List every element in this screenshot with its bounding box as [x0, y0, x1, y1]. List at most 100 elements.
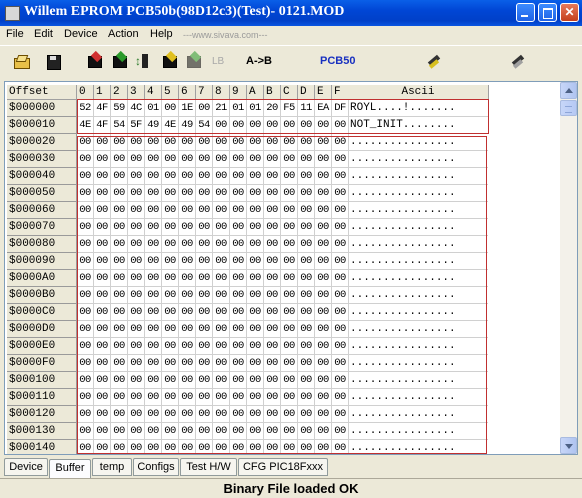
- hex-byte-cell[interactable]: 00: [179, 151, 196, 168]
- hex-byte-cell[interactable]: 00: [94, 202, 111, 219]
- hex-byte-cell[interactable]: 00: [247, 440, 264, 454]
- hex-byte-cell[interactable]: 00: [247, 270, 264, 287]
- hex-byte-cell[interactable]: 00: [281, 389, 298, 406]
- hex-byte-cell[interactable]: 00: [111, 389, 128, 406]
- hex-byte-cell[interactable]: F5: [281, 100, 298, 117]
- hex-byte-cell[interactable]: 00: [179, 185, 196, 202]
- hex-byte-cell[interactable]: 00: [77, 321, 94, 338]
- hex-byte-cell[interactable]: 00: [94, 304, 111, 321]
- ascii-cell[interactable]: ................: [348, 270, 488, 287]
- close-button[interactable]: ✕: [560, 3, 579, 22]
- hex-byte-cell[interactable]: 00: [332, 117, 349, 134]
- ascii-cell[interactable]: ................: [348, 134, 488, 151]
- scroll-thumb[interactable]: [560, 100, 577, 116]
- hex-byte-cell[interactable]: 00: [128, 440, 145, 454]
- hex-byte-cell[interactable]: 00: [179, 287, 196, 304]
- ascii-cell[interactable]: NOT_INIT........: [348, 117, 488, 134]
- hex-byte-cell[interactable]: 00: [264, 236, 281, 253]
- hex-byte-cell[interactable]: 00: [213, 338, 230, 355]
- hex-byte-cell[interactable]: 00: [264, 338, 281, 355]
- hex-byte-cell[interactable]: 00: [230, 355, 247, 372]
- hex-byte-cell[interactable]: 00: [332, 287, 349, 304]
- hex-byte-cell[interactable]: 00: [196, 202, 213, 219]
- hex-byte-cell[interactable]: 00: [179, 355, 196, 372]
- hex-byte-cell[interactable]: 49: [179, 117, 196, 134]
- hex-byte-cell[interactable]: 00: [281, 406, 298, 423]
- hex-byte-cell[interactable]: 00: [298, 270, 315, 287]
- hex-byte-cell[interactable]: 00: [332, 423, 349, 440]
- hex-byte-cell[interactable]: 00: [281, 287, 298, 304]
- chip-read-icon[interactable]: [135, 54, 155, 69]
- hex-byte-cell[interactable]: 00: [315, 355, 332, 372]
- ascii-cell[interactable]: ................: [348, 440, 488, 454]
- hex-byte-cell[interactable]: 00: [145, 151, 162, 168]
- hex-byte-cell[interactable]: 00: [315, 202, 332, 219]
- hex-byte-cell[interactable]: 00: [145, 253, 162, 270]
- hex-byte-cell[interactable]: 00: [94, 355, 111, 372]
- hex-byte-cell[interactable]: 00: [162, 440, 179, 454]
- hex-byte-cell[interactable]: 00: [94, 321, 111, 338]
- hex-byte-cell[interactable]: 00: [247, 338, 264, 355]
- hex-byte-cell[interactable]: 00: [94, 185, 111, 202]
- hex-byte-cell[interactable]: 00: [298, 185, 315, 202]
- hex-byte-cell[interactable]: 00: [94, 236, 111, 253]
- save-disk-icon[interactable]: [45, 54, 62, 70]
- ascii-cell[interactable]: ROYL....!.......: [348, 100, 488, 117]
- tab-temp[interactable]: temp: [92, 458, 132, 476]
- hex-byte-cell[interactable]: 00: [111, 219, 128, 236]
- hex-byte-cell[interactable]: 00: [111, 287, 128, 304]
- hex-byte-cell[interactable]: 00: [281, 270, 298, 287]
- hex-byte-cell[interactable]: 00: [264, 117, 281, 134]
- hex-byte-cell[interactable]: 00: [247, 151, 264, 168]
- hex-byte-cell[interactable]: DF: [332, 100, 349, 117]
- hex-byte-cell[interactable]: 00: [264, 304, 281, 321]
- hex-byte-cell[interactable]: 00: [77, 270, 94, 287]
- hex-byte-cell[interactable]: 00: [213, 406, 230, 423]
- hex-byte-cell[interactable]: 00: [264, 423, 281, 440]
- hex-byte-cell[interactable]: 00: [230, 389, 247, 406]
- tab-configs[interactable]: Configs: [133, 458, 179, 476]
- hex-byte-cell[interactable]: 00: [145, 389, 162, 406]
- hex-byte-cell[interactable]: 00: [213, 372, 230, 389]
- hex-byte-cell[interactable]: 00: [77, 372, 94, 389]
- hex-byte-cell[interactable]: 4E: [162, 117, 179, 134]
- hex-byte-cell[interactable]: 00: [281, 423, 298, 440]
- hex-byte-cell[interactable]: 00: [196, 100, 213, 117]
- hex-byte-cell[interactable]: 00: [179, 389, 196, 406]
- hex-byte-cell[interactable]: 00: [196, 287, 213, 304]
- hex-byte-cell[interactable]: 00: [213, 389, 230, 406]
- hex-byte-cell[interactable]: 00: [281, 372, 298, 389]
- hex-byte-cell[interactable]: 00: [332, 236, 349, 253]
- hex-byte-cell[interactable]: 00: [315, 321, 332, 338]
- hex-byte-cell[interactable]: 00: [94, 389, 111, 406]
- hex-byte-cell[interactable]: 00: [281, 355, 298, 372]
- hex-byte-cell[interactable]: 00: [213, 134, 230, 151]
- hex-byte-cell[interactable]: 00: [213, 440, 230, 454]
- hex-byte-cell[interactable]: 00: [179, 253, 196, 270]
- hex-byte-cell[interactable]: 00: [162, 236, 179, 253]
- hex-byte-cell[interactable]: 00: [264, 151, 281, 168]
- hex-byte-cell[interactable]: 00: [196, 253, 213, 270]
- hex-byte-cell[interactable]: 00: [77, 151, 94, 168]
- hex-byte-cell[interactable]: 00: [281, 168, 298, 185]
- hex-byte-cell[interactable]: 00: [230, 185, 247, 202]
- hex-byte-cell[interactable]: 00: [145, 406, 162, 423]
- wrench-icon[interactable]: [510, 54, 526, 70]
- ascii-cell[interactable]: ................: [348, 202, 488, 219]
- hex-byte-cell[interactable]: 00: [247, 355, 264, 372]
- hex-byte-cell[interactable]: 00: [298, 202, 315, 219]
- hex-byte-cell[interactable]: 00: [332, 134, 349, 151]
- ascii-cell[interactable]: ................: [348, 151, 488, 168]
- hex-byte-cell[interactable]: 00: [94, 168, 111, 185]
- hex-byte-cell[interactable]: 00: [332, 406, 349, 423]
- hex-byte-cell[interactable]: 00: [230, 440, 247, 454]
- menu-help[interactable]: Help: [150, 28, 173, 40]
- hex-byte-cell[interactable]: 00: [315, 236, 332, 253]
- hex-byte-cell[interactable]: 00: [315, 406, 332, 423]
- hex-byte-cell[interactable]: 00: [315, 253, 332, 270]
- hex-byte-cell[interactable]: 00: [332, 219, 349, 236]
- hex-byte-cell[interactable]: 00: [315, 151, 332, 168]
- hex-byte-cell[interactable]: 00: [213, 287, 230, 304]
- hex-byte-cell[interactable]: 00: [128, 287, 145, 304]
- ascii-cell[interactable]: ................: [348, 304, 488, 321]
